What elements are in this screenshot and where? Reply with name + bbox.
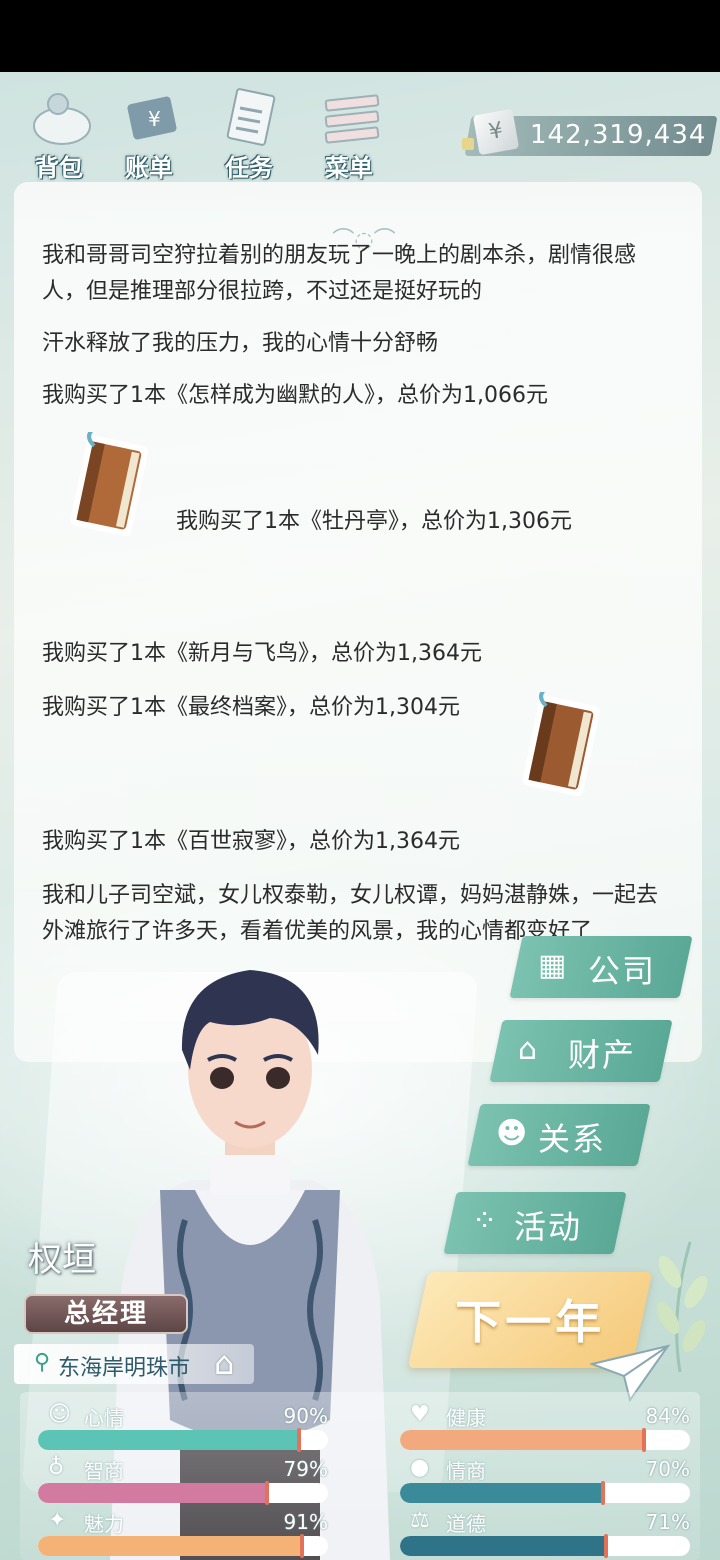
stat-marker <box>642 1428 646 1452</box>
stat-charm: ✦ 魅力 91% <box>38 1508 328 1560</box>
bag-label: 背包 <box>35 154 83 182</box>
menu-button[interactable]: 菜单 <box>304 82 394 182</box>
activities-button[interactable]: ⁘ 活动 <box>443 1192 627 1254</box>
menu-icon <box>324 94 380 144</box>
player-name: 权垣 <box>28 1240 96 1280</box>
ledger-icon: ¥ <box>127 96 177 140</box>
stat-fill <box>38 1536 302 1556</box>
tasks-button[interactable]: 任务 <box>204 82 294 182</box>
book-icon <box>522 692 600 797</box>
log-entry: 我购买了1本《怎样成为幽默的人》，总价为1,066元 <box>42 383 548 408</box>
log-entry: 我购买了1本《牡丹亭》，总价为1,306元 <box>176 509 572 534</box>
stat-marker <box>265 1481 269 1505</box>
company-button[interactable]: ▦ 公司 <box>509 936 693 998</box>
people-icon: ☻ <box>496 1116 528 1151</box>
stat-marker <box>604 1534 608 1558</box>
stat-fill <box>400 1430 644 1450</box>
bag-button[interactable]: 背包 <box>14 82 104 182</box>
stat-label: 心情 <box>84 1406 124 1430</box>
assets-button[interactable]: ⌂ 财产 <box>489 1020 673 1082</box>
book-icon <box>70 432 148 537</box>
yen-icon: ¥ <box>472 108 520 156</box>
company-label: 公司 <box>588 952 657 990</box>
home-icon[interactable]: ⌂ <box>214 1344 234 1382</box>
sparkle-icon: ✦ <box>48 1508 67 1533</box>
event-log-panel[interactable]: ⌒◌⌒ 我和哥哥司空狩拉着别的朋友玩了一晚上的剧本杀，剧情很感人，但是推理部分很… <box>14 182 702 1062</box>
log-entry: 我和哥哥司空狩拉着别的朋友玩了一晚上的剧本杀，剧情很感人，但是推理部分很拉跨，不… <box>42 243 637 304</box>
stat-track <box>400 1483 690 1503</box>
svg-text:¥: ¥ <box>148 107 161 131</box>
stat-percent: 79% <box>283 1457 328 1481</box>
molecule-icon: ⁘ <box>472 1204 498 1239</box>
lightbulb-icon: ♁ <box>48 1455 65 1480</box>
leaf-decoration <box>656 1241 708 1372</box>
location-pin-icon: ⚲ <box>34 1350 51 1375</box>
building-icon: ▦ <box>538 948 567 983</box>
house-icon: ⌂ <box>518 1032 538 1067</box>
job-title-badge: 总经理 <box>24 1294 188 1334</box>
log-entry: 我购买了1本《最终档案》，总价为1,304元 <box>42 695 460 720</box>
stat-eq: ● 情商 70% <box>400 1455 690 1507</box>
stat-label: 健康 <box>446 1406 486 1430</box>
stat-percent: 90% <box>283 1404 328 1428</box>
tasks-label: 任务 <box>225 154 273 182</box>
top-toolbar: 背包 ¥ 账单 任务 菜单 ¥ 142,319,434 <box>0 72 720 182</box>
log-entry: 汗水释放了我的压力，我的心情十分舒畅 <box>42 331 439 356</box>
stat-mood: ☺ 心情 90% <box>38 1402 328 1454</box>
relations-button[interactable]: ☻ 关系 <box>467 1104 651 1166</box>
stat-marker <box>601 1481 605 1505</box>
menu-label: 菜单 <box>325 154 373 182</box>
stat-percent: 70% <box>645 1457 690 1481</box>
log-entry: 我购买了1本《新月与飞鸟》，总价为1,364元 <box>42 641 482 666</box>
log-entry: 我购买了1本《百世寂寥》，总价为1,364元 <box>42 829 460 854</box>
stat-fill <box>400 1483 603 1503</box>
heart-icon: ♥ <box>410 1402 430 1427</box>
stat-fill <box>38 1430 299 1450</box>
location-label: 东海岸明珠市 <box>58 1356 191 1381</box>
stat-track <box>400 1430 690 1450</box>
stat-percent: 84% <box>645 1404 690 1428</box>
stat-fill <box>400 1536 606 1556</box>
ledger-button[interactable]: ¥ 账单 <box>104 82 194 182</box>
ledger-label: 账单 <box>125 154 173 182</box>
location-bar[interactable]: ⚲ 东海岸明珠市 ⌂ <box>14 1344 254 1384</box>
relations-label: 关系 <box>538 1120 607 1158</box>
apple-icon: ● <box>410 1455 430 1480</box>
stats-panel: ☺ 心情 90% ♥ 健康 84% ♁ 智商 79% ● 情商 70% ✦ 魅力… <box>20 1392 700 1560</box>
stat-percent: 91% <box>283 1510 328 1534</box>
stat-fill <box>38 1483 268 1503</box>
money-value: 142,319,434 <box>530 120 707 150</box>
stat-marker <box>297 1428 301 1452</box>
stat-marker <box>300 1534 304 1558</box>
stat-label: 情商 <box>446 1459 486 1483</box>
tasks-icon <box>226 88 276 146</box>
stat-label: 道德 <box>446 1512 486 1536</box>
stat-track <box>38 1483 328 1503</box>
scales-icon: ⚖ <box>410 1508 430 1533</box>
bag-icon <box>33 93 91 145</box>
smile-icon: ☺ <box>48 1402 71 1427</box>
stat-percent: 71% <box>645 1510 690 1534</box>
game-scene: 背包 ¥ 账单 任务 菜单 ¥ 142,319,434 ⌒◌⌒ 我和哥哥司空狩拉… <box>0 72 720 1560</box>
activities-label: 活动 <box>514 1208 583 1246</box>
stat-track <box>38 1430 328 1450</box>
coin-decoration <box>462 138 474 150</box>
stat-health: ♥ 健康 84% <box>400 1402 690 1454</box>
stat-label: 智商 <box>84 1459 124 1483</box>
stat-label: 魅力 <box>84 1512 124 1536</box>
stat-morality: ⚖ 道德 71% <box>400 1508 690 1560</box>
stat-track <box>400 1536 690 1556</box>
stat-track <box>38 1536 328 1556</box>
assets-label: 财产 <box>568 1036 637 1074</box>
stat-iq: ♁ 智商 79% <box>38 1455 328 1507</box>
